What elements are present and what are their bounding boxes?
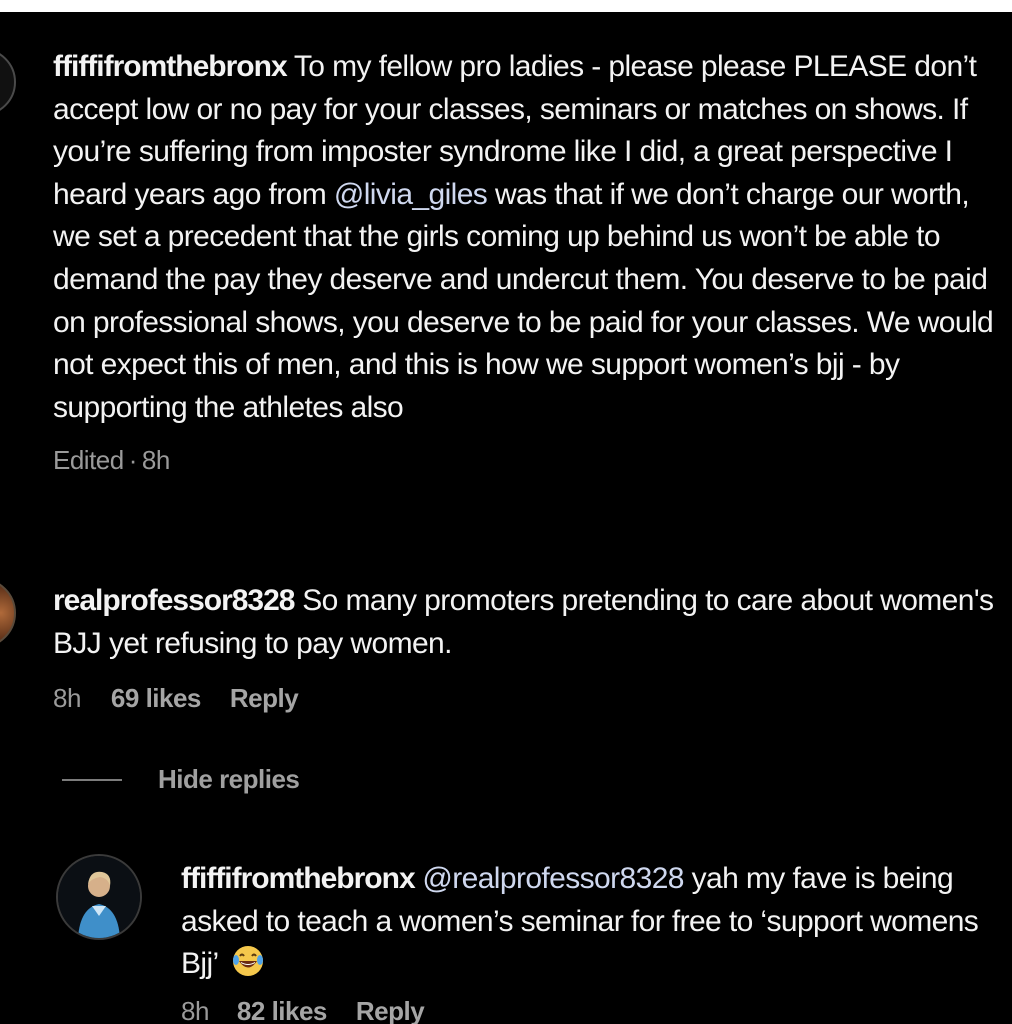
comment-text-continued: was that if we don’t charge our worth, w… (53, 177, 994, 424)
avatar-photo-icon (58, 856, 140, 938)
reply-time: 8h (181, 995, 209, 1024)
comment-time: 8h (141, 445, 170, 476)
likes-count[interactable]: 82 likes (237, 996, 327, 1024)
comment-username[interactable]: ffiffifromthebronx (53, 50, 288, 83)
comment-item: realprofessor8328 So many promoters pret… (53, 580, 998, 714)
commenter-avatar[interactable] (0, 48, 16, 116)
reply-item: ffiffifromthebronx @realprofessor8328 ya… (181, 858, 981, 1024)
comment-username[interactable]: realprofessor8328 (53, 584, 295, 617)
reply-button[interactable]: Reply (356, 996, 425, 1024)
comment-time: 8h (53, 683, 81, 714)
commenter-avatar[interactable] (0, 578, 16, 648)
hide-replies-label: Hide replies (158, 764, 300, 794)
laughing-tears-emoji-icon (233, 946, 264, 977)
edited-label: Edited (53, 445, 124, 476)
meta-separator: · (128, 445, 138, 476)
comment-item: ffiffifromthebronx To my fellow pro ladi… (53, 46, 998, 476)
comment-meta: Edited · 8h (53, 445, 998, 476)
hide-replies-toggle[interactable]: Hide replies (62, 764, 300, 795)
reply-username[interactable]: ffiffifromthebronx (181, 862, 416, 895)
comment-body: realprofessor8328 So many promoters pret… (53, 580, 998, 665)
comment-body: ffiffifromthebronx To my fellow pro ladi… (53, 46, 998, 429)
reply-body: ffiffifromthebronx @realprofessor8328 ya… (181, 858, 981, 986)
comments-panel: ffiffifromthebronx To my fellow pro ladi… (0, 12, 1012, 1024)
comment-meta: 8h 69 likes Reply (53, 683, 998, 714)
replies-divider-line (62, 778, 122, 781)
reply-meta: 8h 82 likes Reply (181, 996, 981, 1024)
reply-avatar[interactable] (56, 854, 142, 940)
likes-count[interactable]: 69 likes (111, 683, 201, 714)
mention-link[interactable]: @livia_giles (334, 178, 488, 211)
mention-link[interactable]: @realprofessor8328 (422, 862, 684, 895)
reply-button[interactable]: Reply (230, 683, 299, 714)
